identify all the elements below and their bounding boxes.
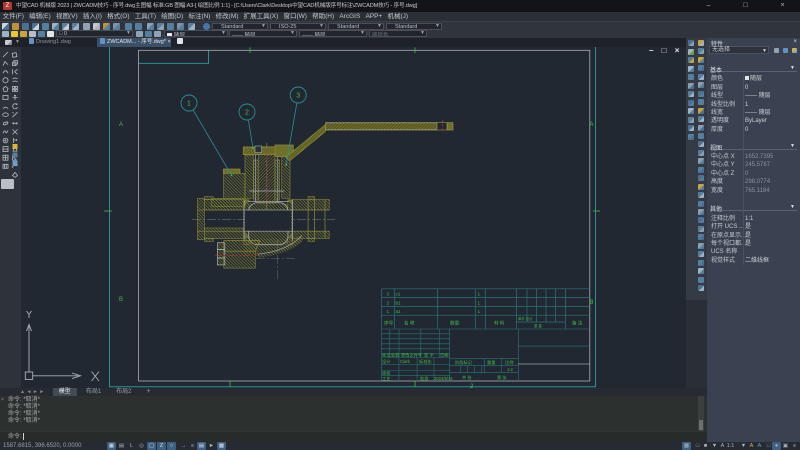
svg-text:数量: 数量 — [450, 320, 460, 327]
svg-text:A: A — [119, 122, 123, 128]
svg-text:标记: 标记 — [382, 352, 391, 359]
svg-text:B: B — [590, 300, 594, 306]
svg-text:1: 1 — [387, 309, 390, 314]
svg-text:1:2: 1:2 — [507, 367, 513, 372]
svg-text:重 量: 重 量 — [534, 323, 542, 328]
svg-text:2: 2 — [387, 300, 390, 305]
svg-text:b1: b1 — [396, 300, 402, 305]
svg-text:签 字: 签 字 — [424, 352, 434, 358]
svg-text:1: 1 — [478, 300, 481, 305]
svg-text:a1: a1 — [396, 309, 402, 314]
svg-text:批准: 批准 — [420, 375, 428, 382]
svg-text:共 张: 共 张 — [462, 374, 472, 381]
svg-text:标准化: 标准化 — [419, 358, 432, 365]
svg-text:更改文件号: 更改文件号 — [401, 352, 422, 359]
svg-text:2: 2 — [245, 110, 249, 117]
svg-text:c1: c1 — [396, 291, 401, 296]
svg-text:B: B — [119, 297, 123, 303]
svg-text:材 料: 材 料 — [494, 320, 505, 327]
svg-text:1: 1 — [187, 101, 191, 108]
svg-text:备 注: 备 注 — [572, 320, 583, 327]
svg-text:序号: 序号 — [384, 320, 394, 327]
svg-text:2023/9/16: 2023/9/16 — [434, 376, 453, 381]
svg-text:A: A — [590, 122, 594, 128]
svg-text:单件 总计: 单件 总计 — [518, 316, 533, 321]
svg-text:比例: 比例 — [505, 359, 513, 366]
svg-text:设计: 设计 — [382, 358, 390, 365]
svg-text:第 张: 第 张 — [497, 374, 507, 381]
svg-text:名 称: 名 称 — [404, 320, 415, 327]
svg-text:Clark: Clark — [400, 359, 411, 364]
svg-text:阶段标记: 阶段标记 — [455, 359, 473, 366]
svg-text:处数: 处数 — [391, 352, 400, 359]
svg-text:工艺: 工艺 — [382, 376, 390, 381]
svg-text:3: 3 — [296, 93, 300, 100]
svg-text:1: 1 — [478, 291, 481, 296]
svg-text:重量: 重量 — [487, 359, 495, 366]
svg-text:1: 1 — [478, 309, 481, 314]
svg-text:3: 3 — [387, 291, 390, 296]
